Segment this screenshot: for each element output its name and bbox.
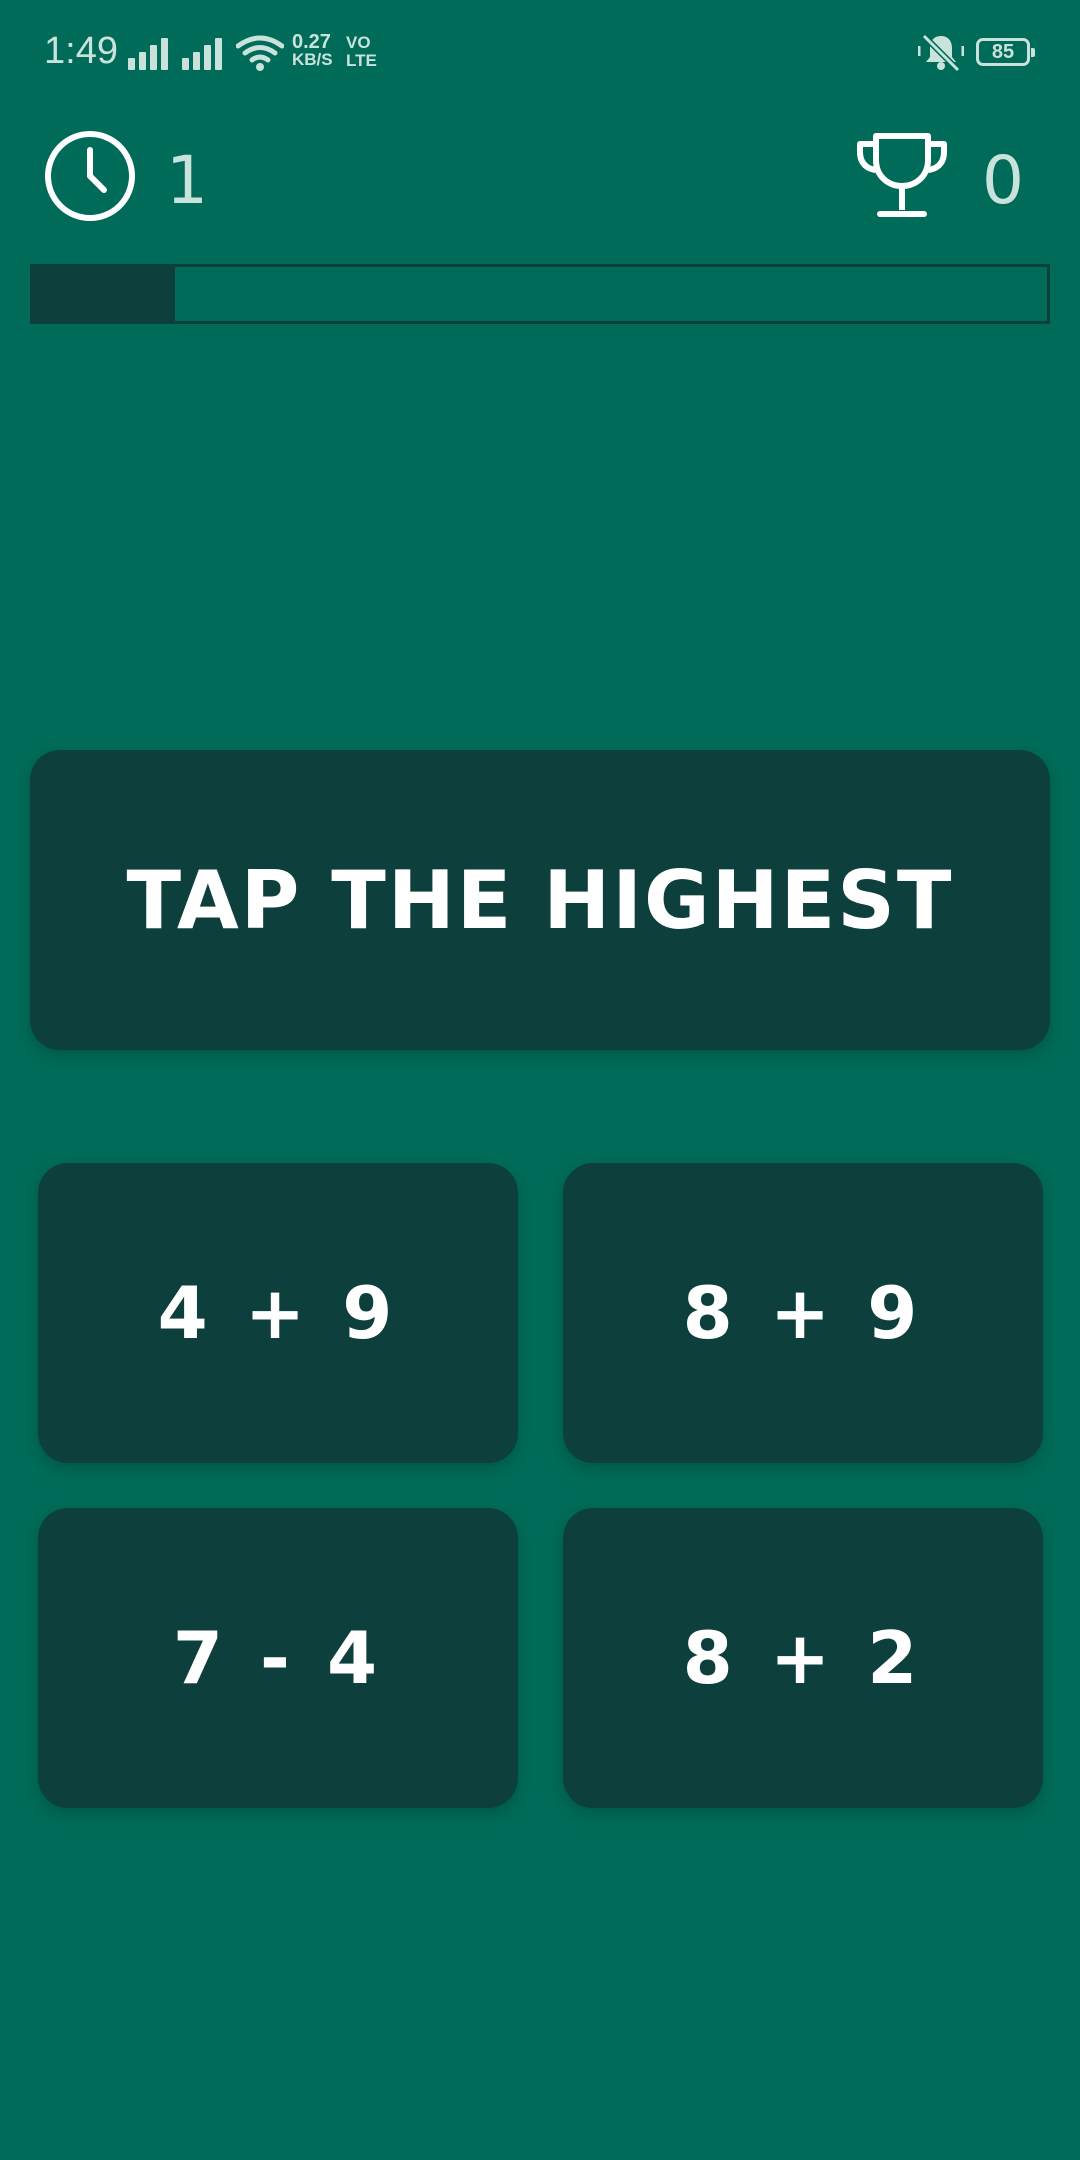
answer-tile-3[interactable]: 7 - 4 <box>38 1508 518 1808</box>
volte-bottom: LTE <box>346 51 377 70</box>
answer-tile-4[interactable]: 8 + 2 <box>563 1508 1043 1808</box>
score-value: 0 <box>982 142 1024 219</box>
battery-indicator: 85 <box>976 38 1035 66</box>
status-bar: 1:49 0.27 KB/S VO LTE 85 <box>0 0 1080 110</box>
status-time: 1:49 <box>44 30 118 72</box>
time-progress-fill <box>33 267 175 321</box>
answer-label: 7 - 4 <box>172 1616 384 1700</box>
time-progress-bar <box>30 264 1050 324</box>
instruction-panel: TAP THE HIGHEST <box>30 750 1050 1050</box>
answer-tile-1[interactable]: 4 + 9 <box>38 1163 518 1463</box>
timer-value: 1 <box>166 142 208 219</box>
clock-icon <box>45 131 135 221</box>
answer-tile-2[interactable]: 8 + 9 <box>563 1163 1043 1463</box>
signal-icon <box>182 36 228 70</box>
trophy-icon <box>857 133 947 217</box>
answer-label: 8 + 9 <box>682 1271 924 1355</box>
bell-off-icon <box>918 33 964 72</box>
network-speed-unit: KB/S <box>292 50 333 69</box>
network-speed-value: 0.27 <box>292 31 331 53</box>
answer-label: 4 + 9 <box>157 1271 399 1355</box>
signal-icon <box>128 36 174 70</box>
volte-top: VO <box>346 33 371 52</box>
instruction-text: TAP THE HIGHEST <box>126 853 954 947</box>
wifi-icon <box>236 35 284 71</box>
volte-indicator: VO LTE <box>346 34 377 70</box>
network-speed: 0.27 KB/S <box>292 31 333 69</box>
answer-label: 8 + 2 <box>682 1616 924 1700</box>
